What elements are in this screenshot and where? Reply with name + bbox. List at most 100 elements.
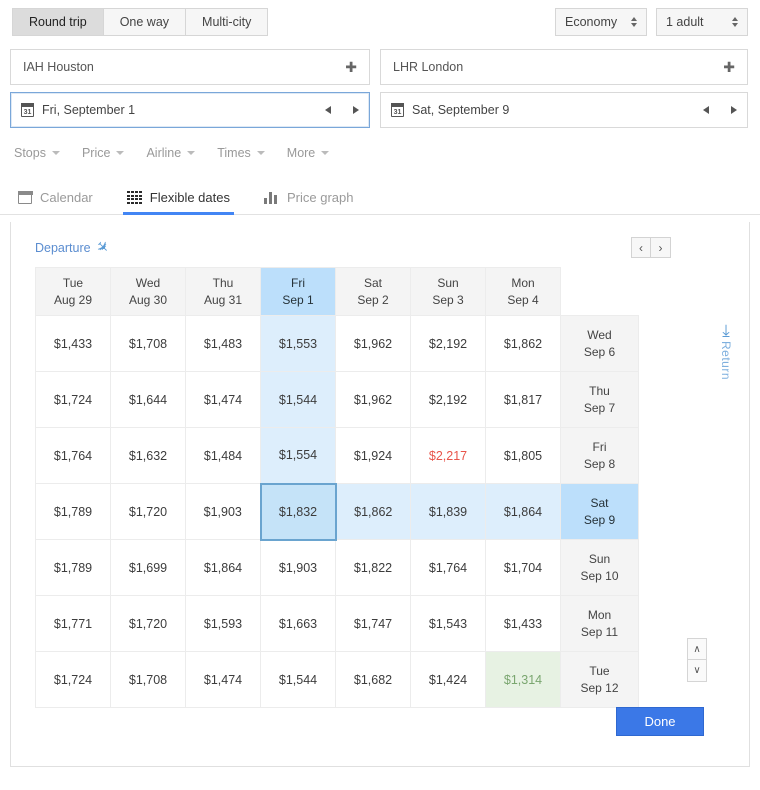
price-cell[interactable]: $1,593 <box>185 595 261 652</box>
return-row-header[interactable]: Tue Sep 12 <box>560 651 639 708</box>
price-cell[interactable]: $1,805 <box>485 427 561 484</box>
price-cell[interactable]: $2,192 <box>410 315 486 372</box>
price-cell[interactable]: $1,864 <box>485 483 561 540</box>
departure-column-header[interactable]: Wed Aug 30 <box>110 267 186 316</box>
price-cell[interactable]: $2,192 <box>410 371 486 428</box>
trip-type-round-trip[interactable]: Round trip <box>12 8 103 36</box>
price-cell[interactable]: $1,474 <box>185 651 261 708</box>
price-cell[interactable]: $1,543 <box>410 595 486 652</box>
price-cell[interactable]: $1,663 <box>260 595 336 652</box>
destination-value: LHR London <box>393 60 464 74</box>
cabin-class-select[interactable]: Economy <box>555 8 647 36</box>
price-cell[interactable]: $1,724 <box>35 371 111 428</box>
next-day-icon[interactable] <box>731 106 737 114</box>
matrix-row: $1,789 $1,720 $1,903 $1,832 $1,862 $1,839 $1,8… <box>35 482 639 541</box>
plus-icon[interactable]: ✚ <box>723 60 735 74</box>
bar-chart-icon <box>263 191 279 204</box>
price-cell[interactable]: $1,764 <box>35 427 111 484</box>
trip-type-one-way[interactable]: One way <box>102 8 186 36</box>
destination-input[interactable]: LHR London ✚ <box>380 49 748 85</box>
price-cell[interactable]: $1,862 <box>485 315 561 372</box>
price-cell[interactable]: $1,962 <box>335 315 411 372</box>
departure-column-header[interactable]: Sat Sep 2 <box>335 267 411 316</box>
price-cell[interactable]: $1,903 <box>185 483 261 540</box>
price-cell[interactable]: $1,924 <box>335 427 411 484</box>
price-cell[interactable]: $1,771 <box>35 595 111 652</box>
price-cell[interactable]: $1,789 <box>35 539 111 596</box>
origin-input[interactable]: IAH Houston ✚ <box>10 49 370 85</box>
plus-icon[interactable]: ✚ <box>345 60 357 74</box>
departure-column-header[interactable]: Thu Aug 31 <box>185 267 261 316</box>
return-date-input[interactable]: 31 Sat, September 9 <box>380 92 748 128</box>
price-cell[interactable]: $2,217 <box>410 427 486 484</box>
price-cell[interactable]: $1,864 <box>185 539 261 596</box>
price-cell[interactable]: $1,554 <box>260 427 336 484</box>
next-day-icon[interactable] <box>353 106 359 114</box>
price-cell[interactable]: $1,433 <box>485 595 561 652</box>
price-cell[interactable]: $1,544 <box>260 651 336 708</box>
price-cell[interactable]: $1,544 <box>260 371 336 428</box>
departure-column-header[interactable]: Tue Aug 29 <box>35 267 111 316</box>
return-row-header[interactable]: Sun Sep 10 <box>560 539 639 596</box>
price-cell[interactable]: $1,424 <box>410 651 486 708</box>
price-cell[interactable]: $1,789 <box>35 483 111 540</box>
price-cell[interactable]: $1,720 <box>110 483 186 540</box>
done-button[interactable]: Done <box>616 707 704 736</box>
price-cell[interactable]: $1,708 <box>110 315 186 372</box>
price-cell[interactable]: $1,764 <box>410 539 486 596</box>
prev-week-button[interactable]: ‹ <box>631 237 651 258</box>
departure-date-input[interactable]: 31 Fri, September 1 <box>10 92 370 128</box>
price-cell[interactable]: $1,682 <box>335 651 411 708</box>
price-cell[interactable]: $1,483 <box>185 315 261 372</box>
return-row-header[interactable]: Wed Sep 6 <box>560 315 639 372</box>
departure-column-header[interactable]: Sun Sep 3 <box>410 267 486 316</box>
tab-calendar[interactable]: Calendar <box>14 190 97 214</box>
price-cell[interactable]: $1,724 <box>35 651 111 708</box>
price-cell[interactable]: $1,644 <box>110 371 186 428</box>
filter-airline[interactable]: Airline <box>146 146 196 160</box>
price-cell[interactable]: $1,433 <box>35 315 111 372</box>
departure-column-header[interactable]: Mon Sep 4 <box>485 267 561 316</box>
scroll-down-button[interactable]: ∨ <box>687 660 707 682</box>
price-cell[interactable]: $1,720 <box>110 595 186 652</box>
price-cell[interactable]: $1,474 <box>185 371 261 428</box>
price-cell[interactable]: $1,747 <box>335 595 411 652</box>
scroll-up-button[interactable]: ∧ <box>687 638 707 660</box>
trip-type-multi-city[interactable]: Multi-city <box>185 8 269 36</box>
price-cell[interactable]: $1,903 <box>260 539 336 596</box>
return-row-header[interactable]: Sat Sep 9 <box>560 483 639 540</box>
price-cell[interactable]: $1,632 <box>110 427 186 484</box>
price-cell[interactable]: $1,862 <box>335 483 411 540</box>
filter-more[interactable]: More <box>287 146 330 160</box>
matrix-row: $1,724 $1,708 $1,474 $1,544 $1,682 $1,424 $1,3… <box>35 651 639 708</box>
filter-price[interactable]: Price <box>82 146 125 160</box>
return-row-header[interactable]: Thu Sep 7 <box>560 371 639 428</box>
prev-day-icon[interactable] <box>703 106 709 114</box>
price-cell[interactable]: $1,484 <box>185 427 261 484</box>
traveler-options: Economy 1 adult <box>555 8 748 36</box>
filter-stops[interactable]: Stops <box>14 146 60 160</box>
return-label-text: Return <box>719 341 733 381</box>
departure-column-header[interactable]: Fri Sep 1 <box>260 267 336 316</box>
price-cell[interactable]: $1,699 <box>110 539 186 596</box>
tab-price-graph[interactable]: Price graph <box>260 190 357 214</box>
prev-day-icon[interactable] <box>325 106 331 114</box>
tab-flexible-dates[interactable]: Flexible dates <box>122 190 235 215</box>
price-cell[interactable]: $1,817 <box>485 371 561 428</box>
date-label: Sep 4 <box>507 292 539 307</box>
selected-price-cell[interactable]: $1,832 <box>259 482 337 541</box>
return-row-header[interactable]: Mon Sep 11 <box>560 595 639 652</box>
return-row-header[interactable]: Fri Sep 8 <box>560 427 639 484</box>
price-cell[interactable]: $1,314 <box>485 651 561 708</box>
price-cell[interactable]: $1,962 <box>335 371 411 428</box>
price-cell[interactable]: $1,708 <box>110 651 186 708</box>
next-week-button[interactable]: › <box>651 237 671 258</box>
matrix-row: $1,433 $1,708 $1,483 $1,553 $1,962 $2,192 $1,8… <box>35 315 639 372</box>
price-cell[interactable]: $1,839 <box>410 483 486 540</box>
filter-times[interactable]: Times <box>217 146 265 160</box>
price-cell[interactable]: $1,704 <box>485 539 561 596</box>
price-cell[interactable]: $1,822 <box>335 539 411 596</box>
trip-type-toolbar: Round trip One way Multi-city Economy 1 ad… <box>0 0 760 44</box>
price-cell[interactable]: $1,553 <box>260 315 336 372</box>
passengers-select[interactable]: 1 adult <box>656 8 748 36</box>
